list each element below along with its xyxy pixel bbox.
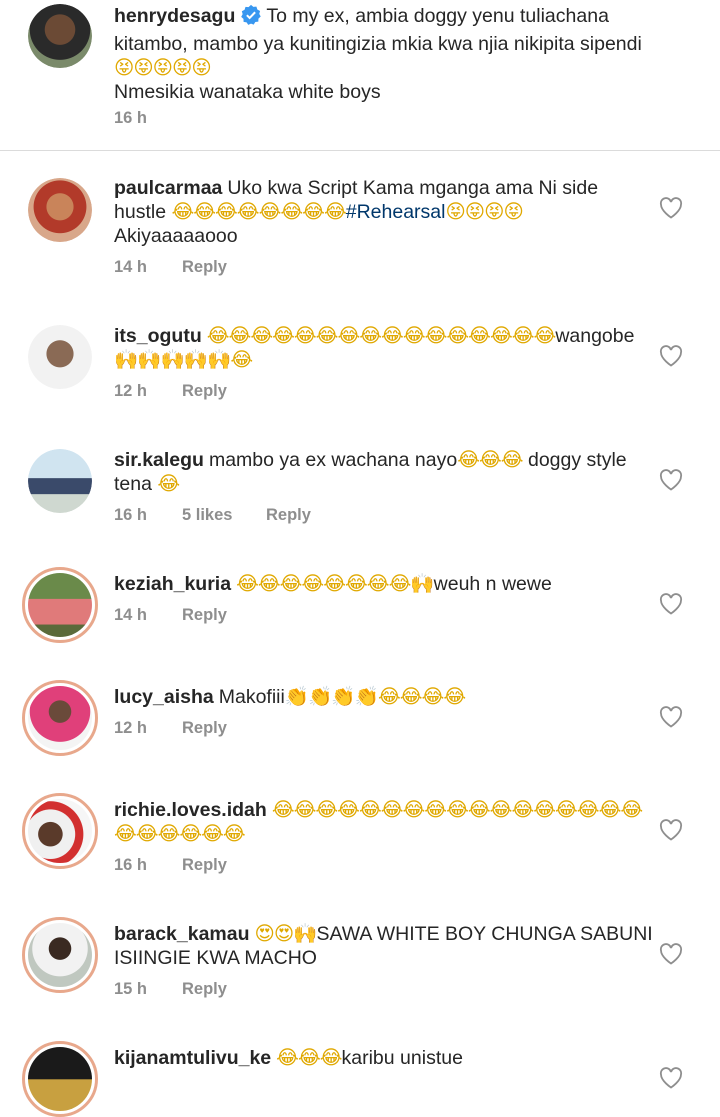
avatar[interactable] [28, 4, 92, 68]
avatar[interactable] [22, 567, 98, 643]
comment-text: kijanamtulivu_ke 😂😂😂karibu unistue [114, 1046, 463, 1069]
reply-button[interactable]: Reply [266, 506, 311, 525]
reply-button[interactable]: Reply [182, 980, 227, 999]
reply-button[interactable]: Reply [182, 856, 227, 875]
post-username[interactable]: henrydesagu [114, 5, 235, 27]
caption-text-2: Nmesikia wanataka white boys [114, 81, 381, 103]
like-heart-icon[interactable] [659, 819, 683, 841]
reply-button[interactable]: Reply [182, 258, 227, 277]
comment-time: 12 h [114, 382, 148, 400]
hashtag-link[interactable]: #Rehearsal [346, 201, 446, 223]
comment-time: 16 h [114, 856, 148, 874]
like-heart-icon[interactable] [659, 197, 683, 219]
comment-text: paulcarmaa Uko kwa Script Kama mganga ama… [114, 177, 599, 247]
comment-username[interactable]: richie.loves.idah [114, 799, 267, 821]
reply-button[interactable]: Reply [182, 719, 227, 738]
post-meta: 16 h [114, 109, 182, 128]
reply-button[interactable]: Reply [182, 606, 227, 625]
caption-emoji: 😝😝😝😝😝 [114, 56, 212, 79]
comment-time: 12 h [114, 719, 148, 737]
comment-meta: 15 h Reply [114, 980, 227, 999]
avatar[interactable] [28, 178, 92, 242]
divider [0, 150, 720, 151]
avatar[interactable] [28, 449, 92, 513]
comment-time: 16 h [114, 506, 148, 524]
like-heart-icon[interactable] [659, 943, 683, 965]
like-heart-icon[interactable] [659, 706, 683, 728]
comment-meta: 14 h Reply [114, 258, 227, 277]
avatar[interactable] [22, 793, 98, 869]
comment-meta: 14 h Reply [114, 606, 227, 625]
comment-meta: 12 h Reply [114, 719, 227, 738]
like-heart-icon[interactable] [659, 1067, 683, 1089]
comment-text: lucy_aisha Makofiii👏👏👏👏😂😂😂😂 [114, 685, 466, 708]
verified-badge-icon [240, 4, 262, 32]
comment-meta: 16 h 5 likes Reply [114, 506, 311, 525]
comment-time: 15 h [114, 980, 148, 998]
comment-meta: 12 h Reply [114, 382, 227, 401]
comment-username[interactable]: its_ogutu [114, 325, 202, 347]
comment-time: 14 h [114, 606, 148, 624]
comment-username[interactable]: barack_kamau [114, 923, 250, 945]
like-heart-icon[interactable] [659, 345, 683, 367]
post-caption: henrydesagu To my ex, ambia doggy yenu tu… [114, 4, 654, 104]
like-heart-icon[interactable] [659, 593, 683, 615]
comment-text: keziah_kuria 😂😂😂😂😂😂😂😂🙌weuh n wewe [114, 572, 552, 595]
comment-username[interactable]: lucy_aisha [114, 686, 214, 708]
comment-text: its_ogutu 😂😂😂😂😂😂😂😂😂😂😂😂😂😂😂😂wangobe 🙌🙌🙌🙌🙌😂 [114, 324, 635, 371]
comment-username[interactable]: kijanamtulivu_ke [114, 1047, 271, 1069]
comment-time: 14 h [114, 258, 148, 276]
comment-text: richie.loves.idah 😂😂😂😂😂😂😂😂😂😂😂😂😂😂😂😂😂😂😂😂😂😂😂 [114, 798, 643, 845]
like-heart-icon[interactable] [659, 469, 683, 491]
avatar[interactable] [22, 680, 98, 756]
likes-count[interactable]: 5 likes [182, 506, 266, 525]
comment-username[interactable]: sir.kalegu [114, 449, 204, 471]
avatar[interactable] [22, 1041, 98, 1117]
avatar[interactable] [22, 917, 98, 993]
comment-text: sir.kalegu mambo ya ex wachana nayo😂😂😂 do… [114, 448, 627, 495]
comment-text: barack_kamau 😍😍🙌SAWA WHITE BOY CHUNGA SAB… [114, 922, 653, 969]
comment-username[interactable]: paulcarmaa [114, 177, 222, 199]
comment-username[interactable]: keziah_kuria [114, 573, 231, 595]
comment-meta: 16 h Reply [114, 856, 227, 875]
avatar[interactable] [28, 325, 92, 389]
reply-button[interactable]: Reply [182, 382, 227, 401]
post-time: 16 h [114, 109, 148, 127]
